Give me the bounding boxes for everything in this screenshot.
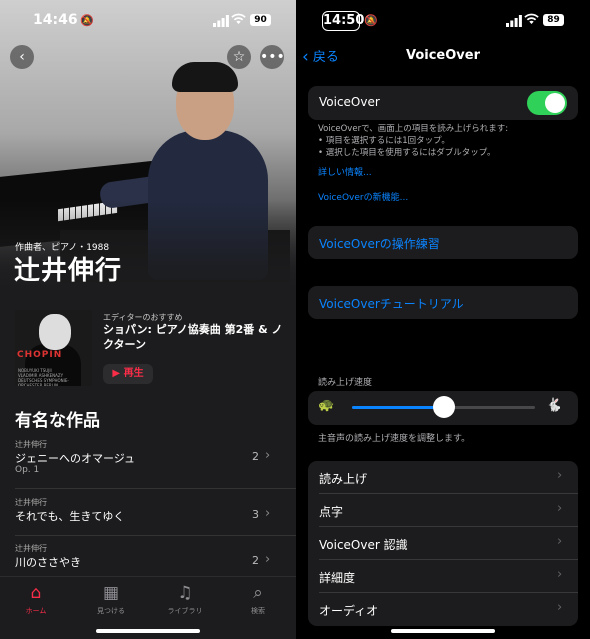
work-title: 川のささやき (15, 556, 81, 569)
settings-row-label: 読み上げ (319, 472, 368, 486)
chevron-right-icon: › (557, 501, 563, 516)
music-artist-screen: 14:46 🔕 90 ‹ ☆ ••• 作曲者、ピアノ・1988 辻井伸行 CHO… (0, 0, 296, 639)
tab-label: ライブラリ (167, 607, 203, 615)
chevron-right-icon: › (557, 534, 563, 549)
battery-icon: 90 (250, 14, 271, 26)
work-count: 3 (252, 508, 259, 521)
tab-browse[interactable]: ▦ 見つける (81, 583, 141, 616)
wifi-icon (231, 13, 246, 28)
pianist-hair (172, 62, 238, 92)
chevron-right-icon: › (557, 600, 563, 615)
silent-bell-icon: 🔕 (80, 14, 94, 27)
voiceover-switch[interactable] (527, 91, 567, 115)
work-row[interactable]: 辻井伸行 ジェニーへのオマージュ Op. 1 2 › (15, 439, 296, 489)
work-row[interactable]: 辻井伸行 川のささやき 2 › (15, 543, 296, 573)
divider (15, 488, 296, 489)
cellular-signal-icon (506, 15, 522, 27)
battery-icon: 89 (543, 14, 564, 26)
status-time-focused: 14:50 (322, 11, 364, 31)
home-indicator[interactable] (96, 629, 200, 633)
cellular-signal-icon (213, 15, 229, 27)
settings-row-recognition[interactable]: VoiceOver 認識 › (308, 527, 578, 560)
editors-pick-card[interactable]: CHOPIN NOBUYUKI TSUJII VLADIMIR ASHKENAZ… (15, 310, 285, 390)
voiceover-toggle-row[interactable]: VoiceOver (308, 86, 578, 120)
switch-knob (545, 93, 565, 113)
more-button[interactable]: ••• (260, 45, 285, 69)
settings-row-label: 点字 (319, 505, 344, 519)
settings-row-label: VoiceOver 認識 (319, 538, 408, 552)
top-works-heading: 有名な作品 (15, 411, 100, 431)
home-icon: ⌂ (30, 583, 42, 603)
tab-home[interactable]: ⌂ ホーム (6, 583, 66, 616)
practice-row[interactable]: VoiceOverの操作練習 (308, 226, 578, 259)
work-title: それでも、生きてゆく (15, 510, 125, 523)
chevron-right-icon: › (265, 448, 271, 463)
library-icon: ♫ (177, 583, 193, 603)
whats-new-link[interactable]: VoiceOverの新機能... (318, 190, 408, 203)
tab-label: 検索 (251, 607, 265, 615)
work-composer: 辻井伸行 (15, 440, 47, 449)
album-credits: NOBUYUKI TSUJII VLADIMIR ASHKENAZY DEUTS… (18, 368, 69, 386)
speech-rate-label: 読み上げ速度 (318, 378, 373, 388)
work-opus: Op. 1 (15, 465, 40, 475)
settings-row-label: オーディオ (319, 604, 379, 618)
status-time: 14:46 (33, 12, 78, 28)
home-indicator[interactable] (391, 629, 495, 633)
settings-row-label: 詳細度 (319, 571, 356, 585)
chevron-right-icon: › (557, 567, 563, 582)
work-row[interactable]: 辻井伸行 それでも、生きてゆく 3 › (15, 497, 296, 537)
page-title: VoiceOver (405, 48, 480, 63)
silent-bell-icon: 🔕 (364, 14, 378, 27)
search-icon: ⌕ (253, 583, 263, 603)
settings-list: 読み上げ › 点字 › VoiceOver 認識 › 詳細度 › オーディオ › (308, 461, 578, 626)
settings-row-audio[interactable]: オーディオ › (308, 593, 578, 626)
tutorial-row[interactable]: VoiceOverチュートリアル (308, 286, 578, 319)
settings-row-speech[interactable]: 読み上げ › (308, 461, 578, 494)
slider-thumb[interactable] (432, 396, 455, 418)
grid-icon: ▦ (102, 583, 120, 603)
work-count: 2 (252, 554, 259, 567)
tab-label: 見つける (97, 607, 125, 615)
turtle-icon: 🐢 (318, 398, 335, 413)
album-title[interactable]: ショパン: ピアノ協奏曲 第2番 & ノクターン (103, 322, 283, 352)
voiceover-toggle-label: VoiceOver (319, 95, 380, 109)
tutorial-label: VoiceOverチュートリアル (319, 297, 464, 311)
voiceover-description: VoiceOverで、画面上の項目を読み上げられます: • 項目を選択するには1… (318, 124, 509, 158)
divider (15, 535, 296, 536)
status-bar: 14:46 🔕 90 (0, 10, 296, 34)
artist-name: 辻井伸行 (14, 256, 123, 286)
settings-row-verbosity[interactable]: 詳細度 › (308, 560, 578, 593)
back-button[interactable]: ‹ (10, 45, 34, 69)
album-artwork[interactable]: CHOPIN NOBUYUKI TSUJII VLADIMIR ASHKENAZ… (15, 310, 92, 386)
chevron-right-icon: › (265, 552, 271, 567)
work-title: ジェニーへのオマージュ (15, 452, 136, 465)
speech-rate-description: 主音声の読み上げ速度を調整します。 (318, 434, 471, 444)
wifi-icon (524, 13, 539, 28)
tab-label: ホーム (25, 607, 47, 615)
work-count: 2 (252, 450, 259, 463)
chevron-right-icon: › (557, 468, 563, 483)
favorite-star-button[interactable]: ☆ (227, 45, 251, 69)
tab-library[interactable]: ♫ ライブラリ (155, 583, 215, 616)
rabbit-icon: 🐇 (546, 398, 563, 413)
chevron-right-icon: › (265, 506, 271, 521)
settings-row-braille[interactable]: 点字 › (308, 494, 578, 527)
more-info-link[interactable]: 詳しい情報... (318, 165, 372, 178)
speech-rate-slider[interactable] (352, 396, 535, 418)
work-composer: 辻井伸行 (15, 544, 47, 553)
work-composer: 辻井伸行 (15, 498, 47, 507)
play-button[interactable]: ▶ 再生 (103, 364, 153, 384)
album-title-art: CHOPIN (17, 350, 63, 360)
status-bar: 14:50 🔕 89 (296, 10, 590, 34)
slider-fill (352, 406, 444, 409)
voiceover-settings-screen: 14:50 🔕 89 ‹ 戻る VoiceOver VoiceOver Voice… (296, 0, 590, 639)
tab-search[interactable]: ⌕ 検索 (228, 583, 288, 616)
album-figure-head (39, 314, 71, 350)
practice-label: VoiceOverの操作練習 (319, 237, 440, 251)
